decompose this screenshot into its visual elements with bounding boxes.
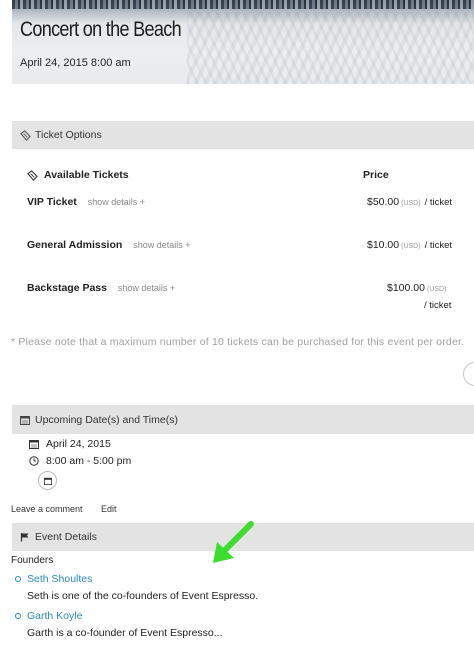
round-action-button[interactable] [463, 362, 474, 386]
flag-icon [19, 531, 31, 543]
list-bullet-icon [15, 613, 21, 619]
founders-label: Founders [11, 555, 54, 566]
ticket-name: Backstage Pass [27, 282, 107, 294]
upcoming-dates-title: Upcoming Date(s) and Time(s) [35, 413, 178, 426]
event-time-line: 8:00 am - 5:00 pm [29, 455, 131, 467]
price-amount: $100.00 [387, 282, 425, 294]
ticket-row: VIP Ticket show details + [27, 196, 145, 208]
calendar-icon [43, 477, 52, 485]
annotation-arrow-icon [213, 521, 254, 563]
add-to-calendar-button[interactable] [38, 471, 57, 490]
ticket-icon [27, 169, 38, 181]
calendar-icon [19, 414, 31, 426]
ticket-row: Backstage Pass show details + [27, 282, 175, 294]
ticket-name: General Admission [27, 239, 123, 251]
person-link-garth[interactable]: Garth Koyle [27, 610, 82, 622]
event-header-banner: Concert on the Beach April 24, 2015 8:00… [12, 0, 474, 84]
ticket-name: VIP Ticket [27, 196, 77, 208]
crowd-background-image [187, 12, 474, 84]
edit-link[interactable]: Edit [101, 504, 117, 514]
event-datetime: April 24, 2015 8:00 am [20, 57, 131, 69]
price-per-ticket: / ticket [424, 197, 453, 208]
price-currency: (USD) [426, 286, 447, 293]
price-column-header: Price [363, 169, 389, 181]
price-per-ticket: / ticket [424, 300, 452, 311]
event-details-title: Event Details [35, 531, 97, 543]
calendar-icon [29, 439, 41, 449]
ticket-options-header[interactable]: Ticket Options [12, 121, 474, 149]
event-date-line: April 24, 2015 [29, 438, 111, 450]
event-title: Concert on the Beach [20, 18, 182, 41]
price-currency: (USD) [401, 200, 421, 207]
person-description: Garth is a co-founder of Event Espresso.… [27, 627, 223, 639]
ticket-row: General Admission show details + [27, 239, 191, 251]
max-tickets-note: * Please note that a maximum number of 1… [11, 336, 465, 348]
show-details-link[interactable]: show details + [88, 197, 145, 207]
price-amount: $50.00 [367, 196, 400, 208]
event-time: 8:00 am - 5:00 pm [46, 455, 132, 467]
show-details-link[interactable]: show details + [133, 240, 190, 250]
price-amount: $10.00 [367, 239, 400, 251]
price-currency: (USD) [401, 243, 421, 250]
person-description: Seth is one of the co-founders of Event … [27, 590, 259, 602]
event-date: April 24, 2015 [46, 438, 111, 450]
upcoming-dates-header[interactable]: Upcoming Date(s) and Time(s) [12, 405, 474, 434]
ticket-price: $100.00 (USD) [387, 282, 450, 294]
show-details-link[interactable]: show details + [118, 283, 175, 293]
clock-icon [29, 456, 41, 466]
ticket-icon [19, 129, 31, 141]
ticket-price: $50.00 (USD) / ticket [367, 196, 452, 208]
available-tickets-label: Available Tickets [44, 169, 129, 181]
list-bullet-icon [15, 576, 21, 582]
available-tickets-header: Available Tickets [27, 169, 129, 181]
person-link-seth[interactable]: Seth Shoultes [27, 573, 92, 585]
ticket-price: $10.00 (USD) / ticket [367, 239, 452, 251]
ticket-options-title: Ticket Options [35, 129, 102, 141]
leave-comment-link[interactable]: Leave a comment [11, 504, 83, 514]
price-per-ticket: / ticket [424, 240, 453, 251]
